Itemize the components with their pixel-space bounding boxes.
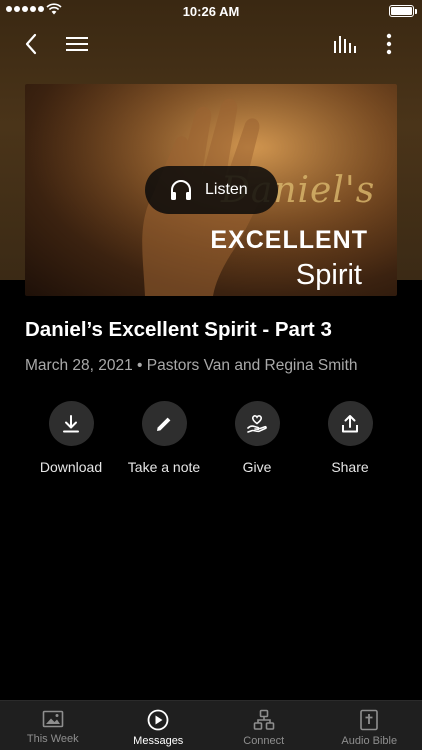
headphones-icon bbox=[171, 180, 191, 200]
download-label: Download bbox=[39, 459, 103, 475]
tab-connect-label: Connect bbox=[243, 735, 285, 747]
tab-this-week[interactable]: This Week bbox=[0, 701, 106, 750]
give-label: Give bbox=[242, 459, 272, 475]
take-a-note-button[interactable]: Take a note bbox=[114, 401, 214, 475]
audio-bars-button[interactable] bbox=[328, 22, 362, 66]
take-a-note-label: Take a note bbox=[127, 459, 201, 475]
status-time: 10:26 AM bbox=[182, 4, 240, 19]
tab-messages-label: Messages bbox=[133, 735, 184, 747]
chevron-left-icon bbox=[25, 33, 37, 55]
give-heart-icon bbox=[247, 414, 267, 433]
artwork-title-line1: EXCELLENT bbox=[210, 226, 368, 254]
message-meta: March 28, 2021 • Pastors Van and Regina … bbox=[25, 357, 358, 374]
pencil-icon bbox=[157, 417, 171, 431]
connect-icon bbox=[253, 709, 275, 730]
tab-messages[interactable]: Messages bbox=[106, 701, 212, 750]
bible-icon bbox=[360, 709, 379, 731]
back-button[interactable] bbox=[14, 22, 48, 66]
menu-button[interactable] bbox=[60, 22, 94, 66]
more-options-button[interactable] bbox=[374, 22, 404, 66]
action-row: Download Take a note Give Share bbox=[0, 401, 422, 481]
hamburger-icon bbox=[66, 37, 88, 51]
tab-connect[interactable]: Connect bbox=[211, 701, 317, 750]
share-icon bbox=[342, 414, 358, 432]
nav-bar bbox=[0, 22, 422, 66]
status-bar: 10:26 AM bbox=[0, 0, 422, 22]
download-button[interactable]: Download bbox=[21, 401, 121, 475]
tab-audio-bible-label: Audio Bible bbox=[341, 735, 398, 747]
download-icon bbox=[63, 414, 79, 432]
message-title: Daniel’s Excellent Spirit - Part 3 bbox=[25, 318, 332, 341]
listen-button[interactable]: Listen bbox=[145, 166, 278, 214]
tab-audio-bible[interactable]: Audio Bible bbox=[317, 701, 422, 750]
battery-icon bbox=[389, 5, 414, 17]
artwork-title-line2: Spirit bbox=[295, 259, 362, 291]
give-button[interactable]: Give bbox=[207, 401, 307, 475]
share-button[interactable]: Share bbox=[300, 401, 400, 475]
play-circle-icon bbox=[147, 709, 169, 731]
tab-this-week-label: This Week bbox=[26, 733, 79, 745]
more-vertical-icon bbox=[386, 33, 392, 55]
listen-label: Listen bbox=[205, 181, 248, 198]
image-icon bbox=[42, 710, 64, 728]
share-label: Share bbox=[331, 459, 369, 475]
equalizer-icon bbox=[334, 36, 356, 53]
tab-bar: This Week Messages Connect Audio Bible bbox=[0, 700, 422, 750]
